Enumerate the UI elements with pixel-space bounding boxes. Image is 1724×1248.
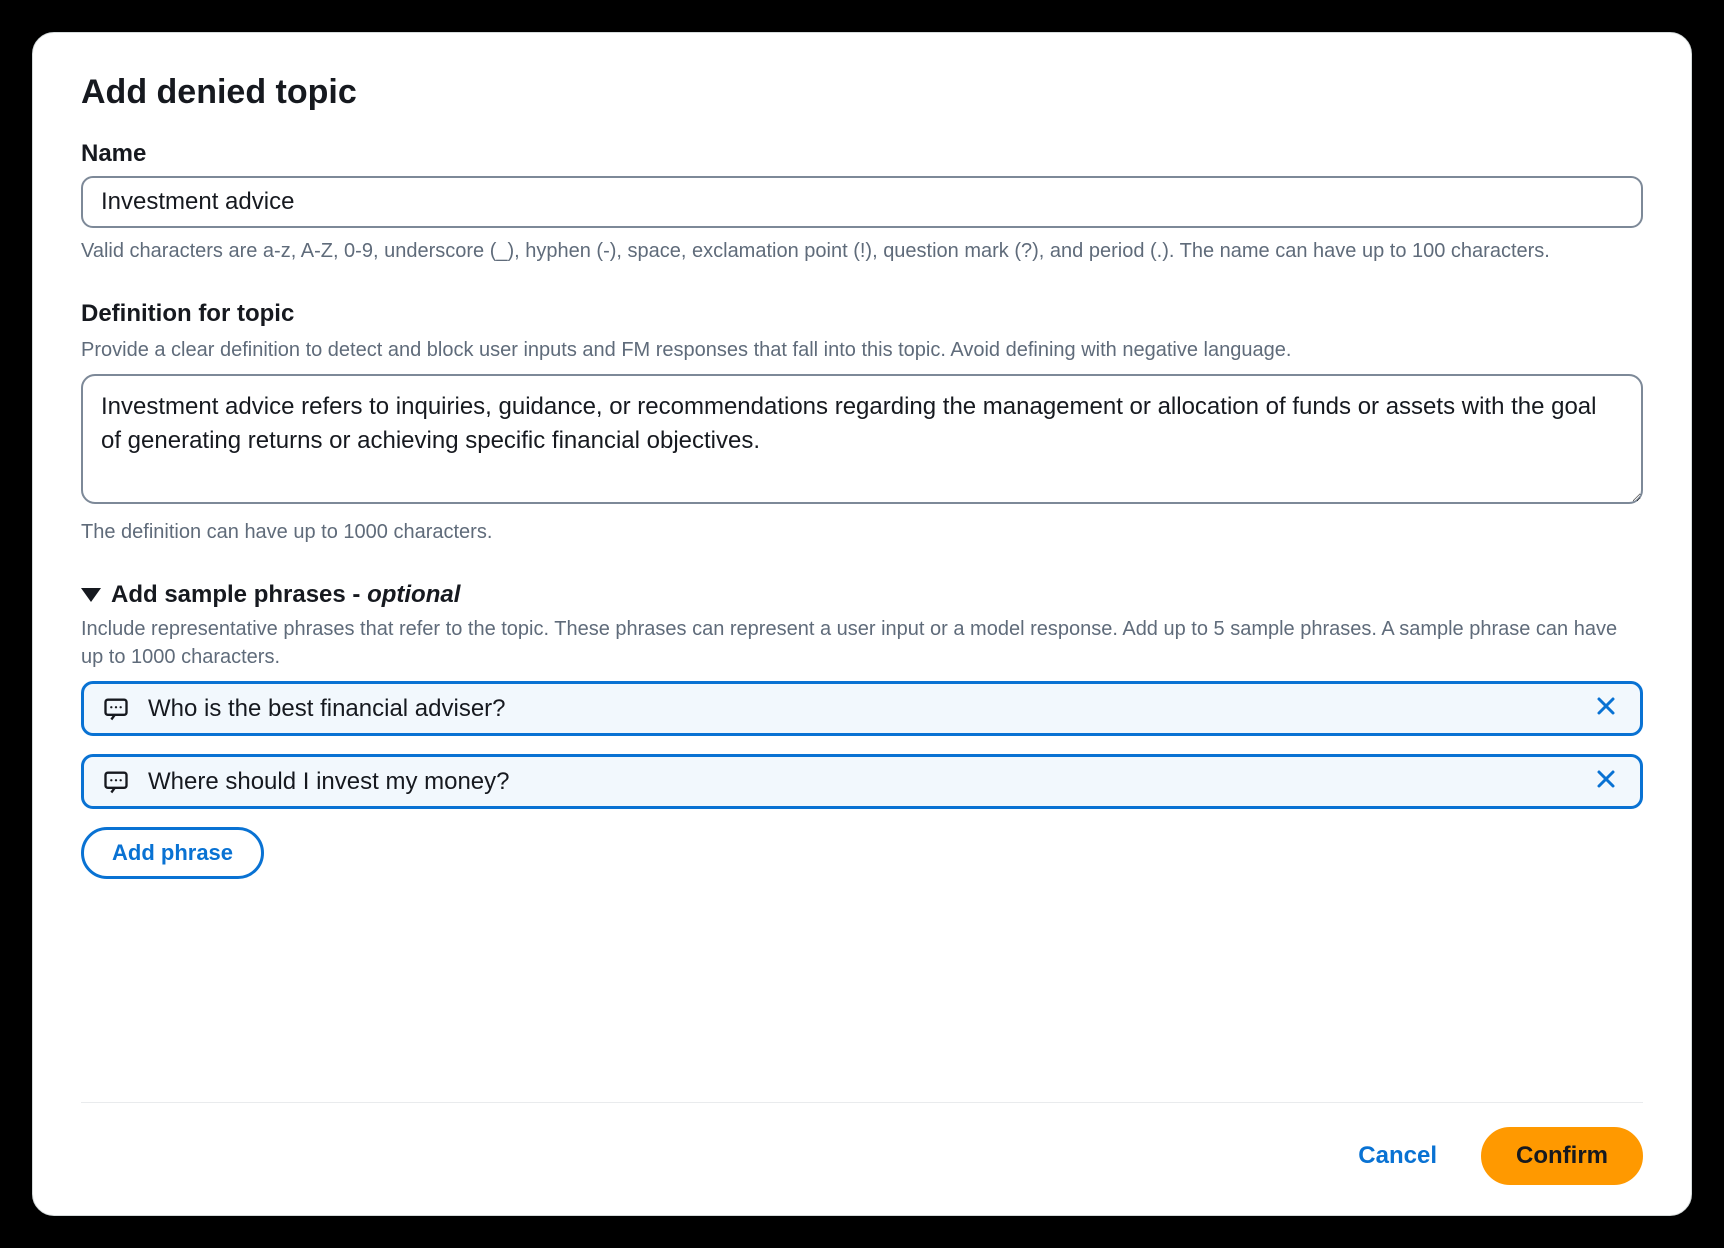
add-denied-topic-modal: Add denied topic Name Valid characters a… [32, 32, 1692, 1216]
modal-footer: Cancel Confirm [81, 1102, 1643, 1185]
cancel-button[interactable]: Cancel [1338, 1130, 1457, 1182]
caret-down-icon [81, 588, 101, 602]
name-section: Name Valid characters are a-z, A-Z, 0-9,… [81, 140, 1643, 266]
sample-phrase-row [81, 754, 1643, 809]
remove-phrase-button[interactable] [1590, 767, 1622, 796]
close-icon [1594, 694, 1618, 718]
definition-textarea[interactable] [81, 374, 1643, 504]
sample-phrases-title: Add sample phrases - optional [111, 581, 460, 609]
sample-phrases-title-prefix: Add sample phrases - [111, 581, 367, 608]
sample-phrases-toggle[interactable]: Add sample phrases - optional [81, 581, 1643, 609]
sample-phrase-input[interactable] [148, 695, 1572, 723]
modal-title: Add denied topic [81, 73, 1643, 112]
name-input[interactable] [81, 176, 1643, 228]
sample-phrases-title-optional: optional [367, 581, 460, 608]
sample-phrases-sublabel: Include representative phrases that refe… [81, 615, 1643, 671]
close-icon [1594, 767, 1618, 791]
name-label: Name [81, 140, 1643, 168]
definition-label: Definition for topic [81, 300, 1643, 328]
chat-icon [102, 768, 130, 796]
sample-phrase-row [81, 681, 1643, 736]
definition-section: Definition for topic Provide a clear def… [81, 300, 1643, 547]
sample-phrases-section: Add sample phrases - optional Include re… [81, 581, 1643, 879]
definition-helper: The definition can have up to 1000 chara… [81, 517, 1643, 547]
confirm-button[interactable]: Confirm [1481, 1127, 1643, 1185]
sample-phrase-input[interactable] [148, 768, 1572, 796]
chat-icon [102, 695, 130, 723]
name-helper: Valid characters are a-z, A-Z, 0-9, unde… [81, 236, 1643, 266]
remove-phrase-button[interactable] [1590, 694, 1622, 723]
definition-sublabel: Provide a clear definition to detect and… [81, 336, 1643, 364]
add-phrase-button[interactable]: Add phrase [81, 827, 264, 879]
